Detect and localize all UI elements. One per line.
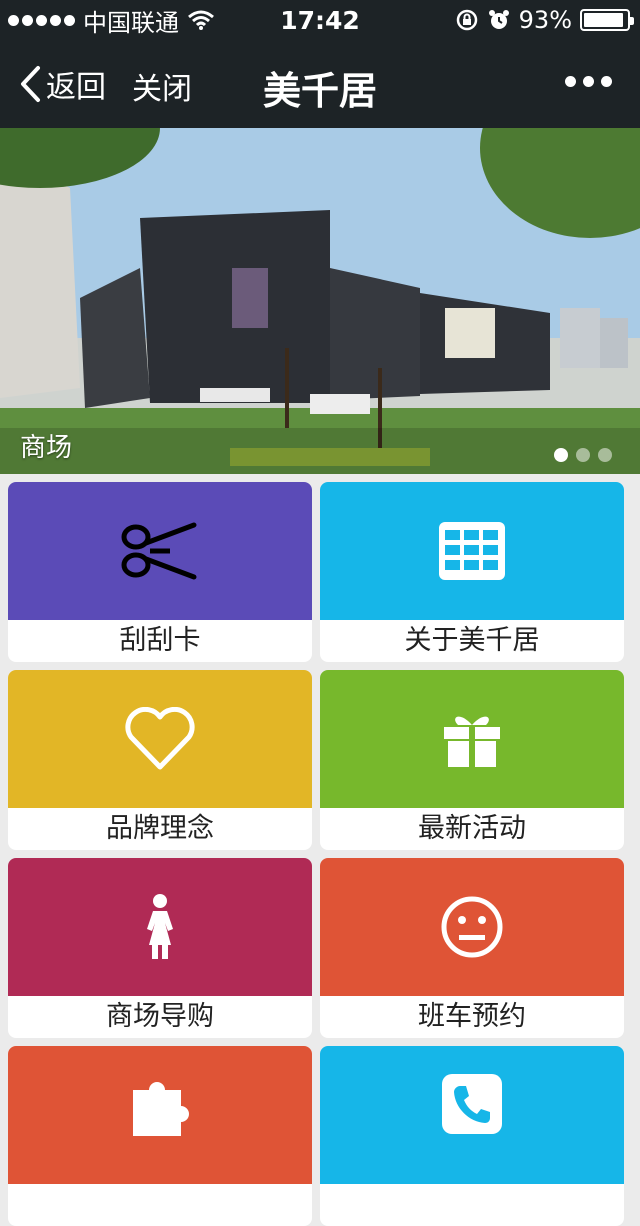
tile-icon-area [8, 670, 312, 808]
tile-brand-concept[interactable]: 品牌理念 [8, 670, 312, 850]
tile-scratch-card[interactable]: 刮刮卡 [8, 482, 312, 662]
puzzle-icon [133, 1082, 189, 1136]
banner-carousel[interactable]: 商场 [0, 128, 640, 474]
woman-icon [147, 894, 173, 959]
tile-icon-area [320, 482, 624, 620]
banner-caption: 商场 [20, 433, 73, 463]
tile-label [8, 1184, 312, 1226]
mall-photo [0, 128, 640, 474]
more-menu-button[interactable] [565, 76, 612, 87]
nav-bar: 返回 关闭 美千居 [0, 40, 640, 128]
alarm-icon [488, 10, 509, 29]
pager-dot[interactable] [576, 448, 590, 462]
scissors-icon [121, 522, 197, 580]
phone-icon [442, 1074, 502, 1134]
tile-shuttle-booking[interactable]: 班车预约 [320, 858, 624, 1038]
grid-icon [439, 522, 505, 580]
tile-phone[interactable] [320, 1046, 624, 1226]
tile-icon-area [8, 482, 312, 620]
page-title: 美千居 [262, 69, 377, 113]
rotation-lock-icon [456, 9, 477, 31]
tile-icon-area [8, 1046, 312, 1184]
tile-latest-events[interactable]: 最新活动 [320, 670, 624, 850]
tile-label: 班车预约 [418, 1001, 526, 1032]
tile-label: 刮刮卡 [119, 625, 201, 656]
tile-about[interactable]: 关于美千居 [320, 482, 624, 662]
tile-label [320, 1184, 624, 1226]
battery-percent: 93% [518, 6, 572, 34]
neutral-face-icon [441, 896, 503, 958]
pager-dot[interactable] [598, 448, 612, 462]
gift-icon [444, 716, 500, 767]
status-right: 93% [455, 0, 634, 40]
tile-shopping-guide[interactable]: 商场导购 [8, 858, 312, 1038]
status-bar: 中国联通 17:42 93% [0, 0, 640, 40]
tile-puzzle[interactable] [8, 1046, 312, 1226]
tile-icon-area [320, 1046, 624, 1184]
pager-dot[interactable] [554, 448, 568, 462]
tile-icon-area [320, 858, 624, 996]
tile-label: 品牌理念 [106, 813, 214, 844]
tile-label: 关于美千居 [404, 625, 540, 656]
tile-label: 最新活动 [418, 813, 526, 844]
tile-icon-area [8, 858, 312, 996]
tile-icon-area [320, 670, 624, 808]
tile-label: 商场导购 [106, 1001, 214, 1032]
carousel-pager[interactable] [554, 448, 612, 462]
heart-icon [125, 707, 195, 770]
battery-icon [580, 9, 634, 31]
